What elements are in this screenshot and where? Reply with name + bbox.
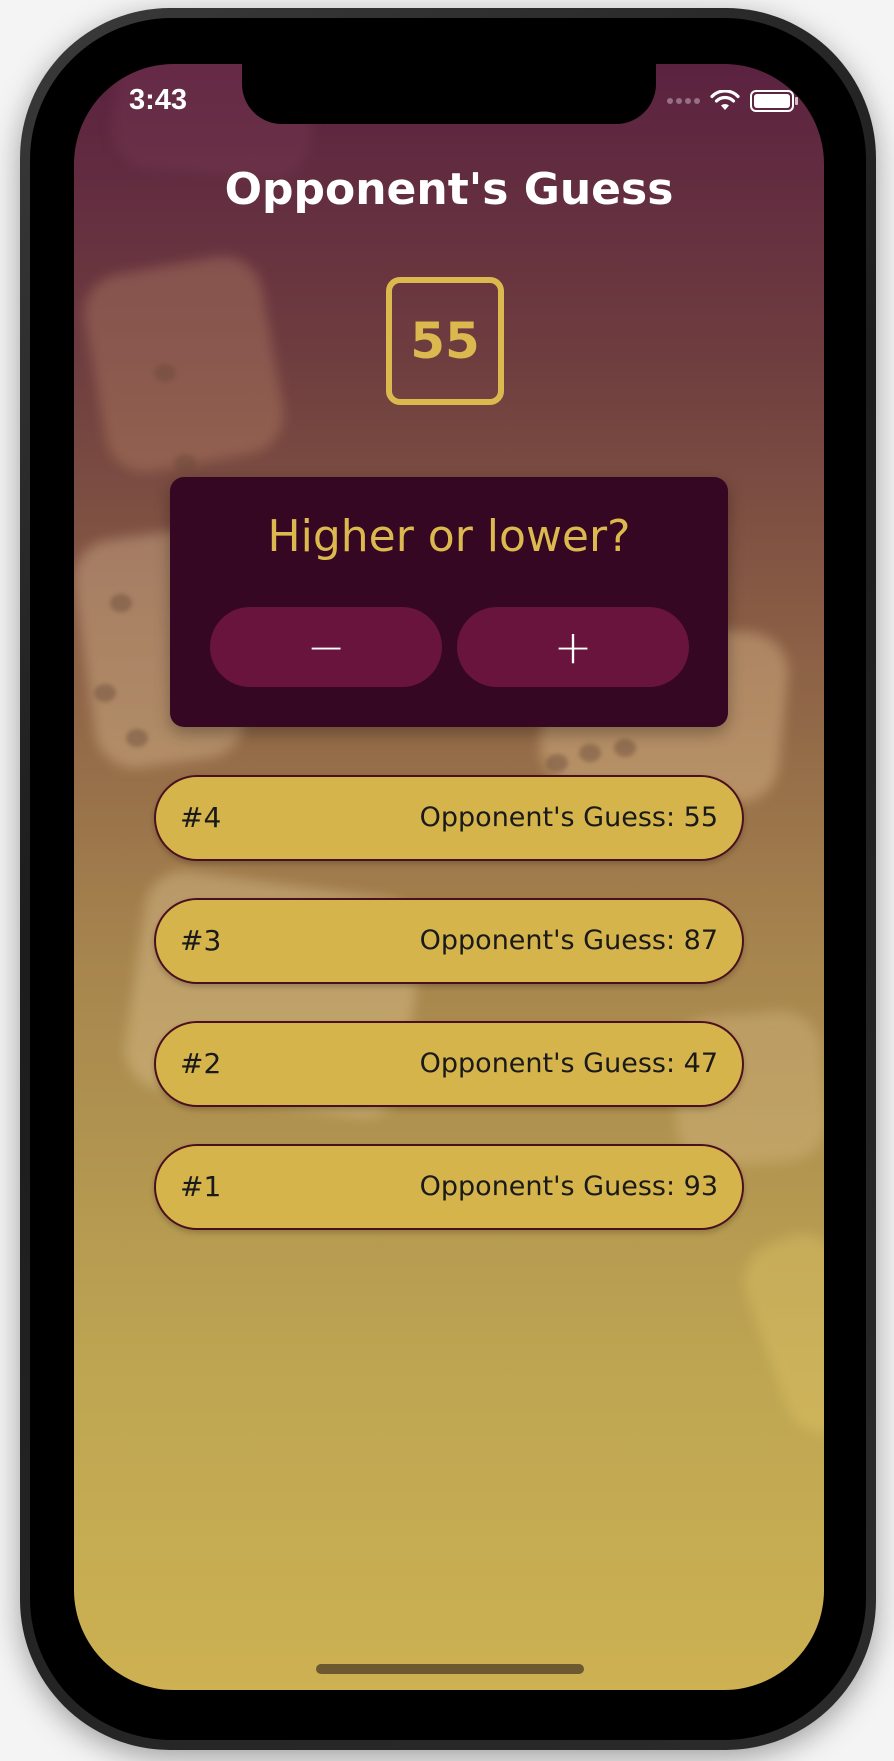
higher-button[interactable]: + (457, 607, 689, 687)
device-canvas: 3:43 Opponent's Guess 55 Higher or lower… (0, 0, 894, 1761)
die-pip (579, 744, 601, 762)
status-time: 3:43 (129, 84, 188, 116)
guess-round-number: #1 (180, 1170, 222, 1203)
guess-round-number: #3 (180, 924, 222, 957)
guess-round-number: #4 (180, 801, 222, 834)
guess-round-number: #2 (180, 1047, 222, 1080)
guess-value-text: Opponent's Guess: 55 (419, 802, 718, 833)
cellular-signal-icon (667, 98, 700, 104)
home-indicator[interactable] (316, 1664, 584, 1674)
guess-value-text: Opponent's Guess: 87 (419, 925, 718, 956)
die-pip (614, 739, 636, 757)
battery-icon (750, 90, 798, 112)
guess-history-list[interactable]: #4 Opponent's Guess: 55 #3 Opponent's Gu… (154, 775, 744, 1267)
background-die-icon (732, 1222, 824, 1446)
guess-value-text: Opponent's Guess: 93 (419, 1171, 718, 1202)
wifi-icon (710, 90, 740, 110)
current-guess-display: 55 (386, 277, 504, 405)
list-item: #3 Opponent's Guess: 87 (154, 898, 744, 984)
list-item: #4 Opponent's Guess: 55 (154, 775, 744, 861)
card-prompt: Higher or lower? (267, 511, 631, 562)
status-icons (667, 90, 798, 112)
background-die-icon (78, 249, 290, 479)
die-pip (94, 684, 116, 702)
die-pip (126, 729, 148, 747)
page-title: Opponent's Guess (224, 164, 674, 215)
list-item: #1 Opponent's Guess: 93 (154, 1144, 744, 1230)
die-pip (174, 454, 196, 472)
die-pip (546, 754, 568, 772)
lower-button[interactable]: − (210, 607, 442, 687)
higher-lower-card: Higher or lower? − + (170, 477, 728, 727)
list-item: #2 Opponent's Guess: 47 (154, 1021, 744, 1107)
app-screen: 3:43 Opponent's Guess 55 Higher or lower… (74, 64, 824, 1690)
die-pip (110, 594, 132, 612)
die-pip (154, 364, 176, 382)
guess-value-text: Opponent's Guess: 47 (419, 1048, 718, 1079)
device-notch (242, 64, 656, 124)
